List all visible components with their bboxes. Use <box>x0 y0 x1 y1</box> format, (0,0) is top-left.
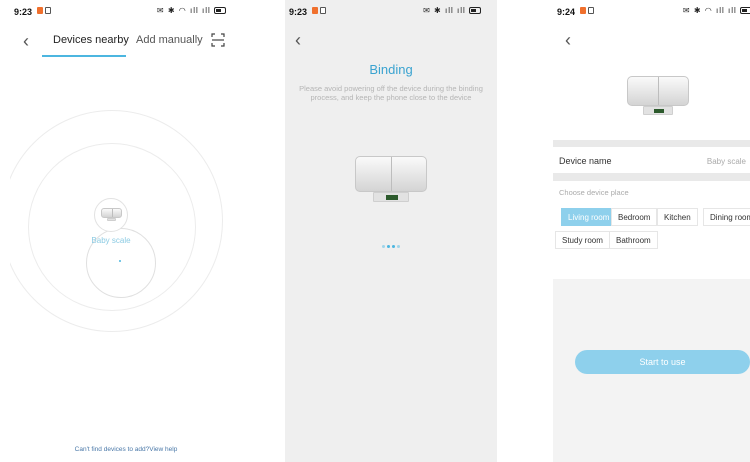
active-tab-indicator <box>42 55 126 57</box>
notification-icon <box>580 7 586 14</box>
device-name-label: Device name <box>559 156 612 166</box>
divider <box>553 140 750 147</box>
choose-place-title: Choose device place <box>559 188 629 197</box>
back-arrow-icon[interactable]: ‹ <box>295 31 301 49</box>
battery-icon <box>214 7 226 15</box>
baby-scale-image <box>627 76 689 118</box>
tab-bar: Devices nearby Add manually <box>10 31 242 57</box>
notification-icon <box>45 7 51 14</box>
place-chip-living-room[interactable]: Living room <box>561 208 617 226</box>
found-device-bubble[interactable] <box>94 198 128 232</box>
notification-icon <box>320 7 326 14</box>
status-icons: ✉ ✱ ◠ ıll ıll <box>157 6 226 15</box>
radar-dot <box>119 260 121 262</box>
page-title: Binding <box>369 62 413 77</box>
place-chip-bedroom[interactable]: Bedroom <box>611 208 658 226</box>
view-help-link[interactable]: Can't find devices to add?View help <box>10 446 242 453</box>
devices-nearby-screen: 9:23 ✉ ✱ ◠ ıll ıll ‹ Devices nearby Add … <box>10 0 242 462</box>
place-chip-bathroom[interactable]: Bathroom <box>609 231 658 249</box>
notification-icon <box>37 7 43 14</box>
notification-icon <box>588 7 594 14</box>
tab-devices-nearby[interactable]: Devices nearby <box>53 34 129 46</box>
status-icons: ✉ ✱ ıll ıll <box>423 6 481 15</box>
device-setup-screen: 9:24 ✉ ✱ ◠ ıll ıll ‹ Device name Baby sc… <box>553 0 750 462</box>
baby-scale-image <box>355 156 427 204</box>
battery-icon <box>740 7 750 15</box>
status-bar: 9:24 ✉ ✱ ◠ ıll ıll <box>553 0 750 22</box>
device-name-value: Baby scale <box>706 157 746 166</box>
status-time: 9:23 <box>14 7 33 17</box>
divider <box>553 173 750 181</box>
baby-scale-icon <box>101 208 122 222</box>
battery-icon <box>469 7 481 15</box>
loading-indicator <box>285 235 497 253</box>
device-name-row[interactable]: Device name Baby scale <box>553 147 750 173</box>
device-name-label: Baby scale <box>91 236 131 245</box>
status-bar: 9:23 ✉ ✱ ıll ıll <box>285 0 497 22</box>
place-chip-study-room[interactable]: Study room <box>555 231 610 249</box>
back-arrow-icon[interactable]: ‹ <box>565 31 571 49</box>
binding-description: Please avoid powering off the device dur… <box>299 84 483 102</box>
scan-icon[interactable] <box>211 33 225 47</box>
status-time: 9:23 <box>289 7 308 17</box>
place-chip-dining-room[interactable]: Dining room <box>703 208 750 226</box>
notification-icon <box>312 7 318 14</box>
status-time: 9:24 <box>557 7 576 17</box>
start-to-use-button[interactable]: Start to use <box>575 350 750 374</box>
binding-screen: 9:23 ✉ ✱ ıll ıll ‹ Binding Please avoid … <box>285 0 497 462</box>
screenshot: 9:23 ✉ ✱ ◠ ıll ıll ‹ Devices nearby Add … <box>0 0 750 462</box>
status-bar: 9:23 ✉ ✱ ◠ ıll ıll <box>10 0 242 22</box>
tab-add-manually[interactable]: Add manually <box>136 34 203 46</box>
status-icons: ✉ ✱ ◠ ıll ıll <box>683 6 750 15</box>
place-chip-kitchen[interactable]: Kitchen <box>657 208 698 226</box>
